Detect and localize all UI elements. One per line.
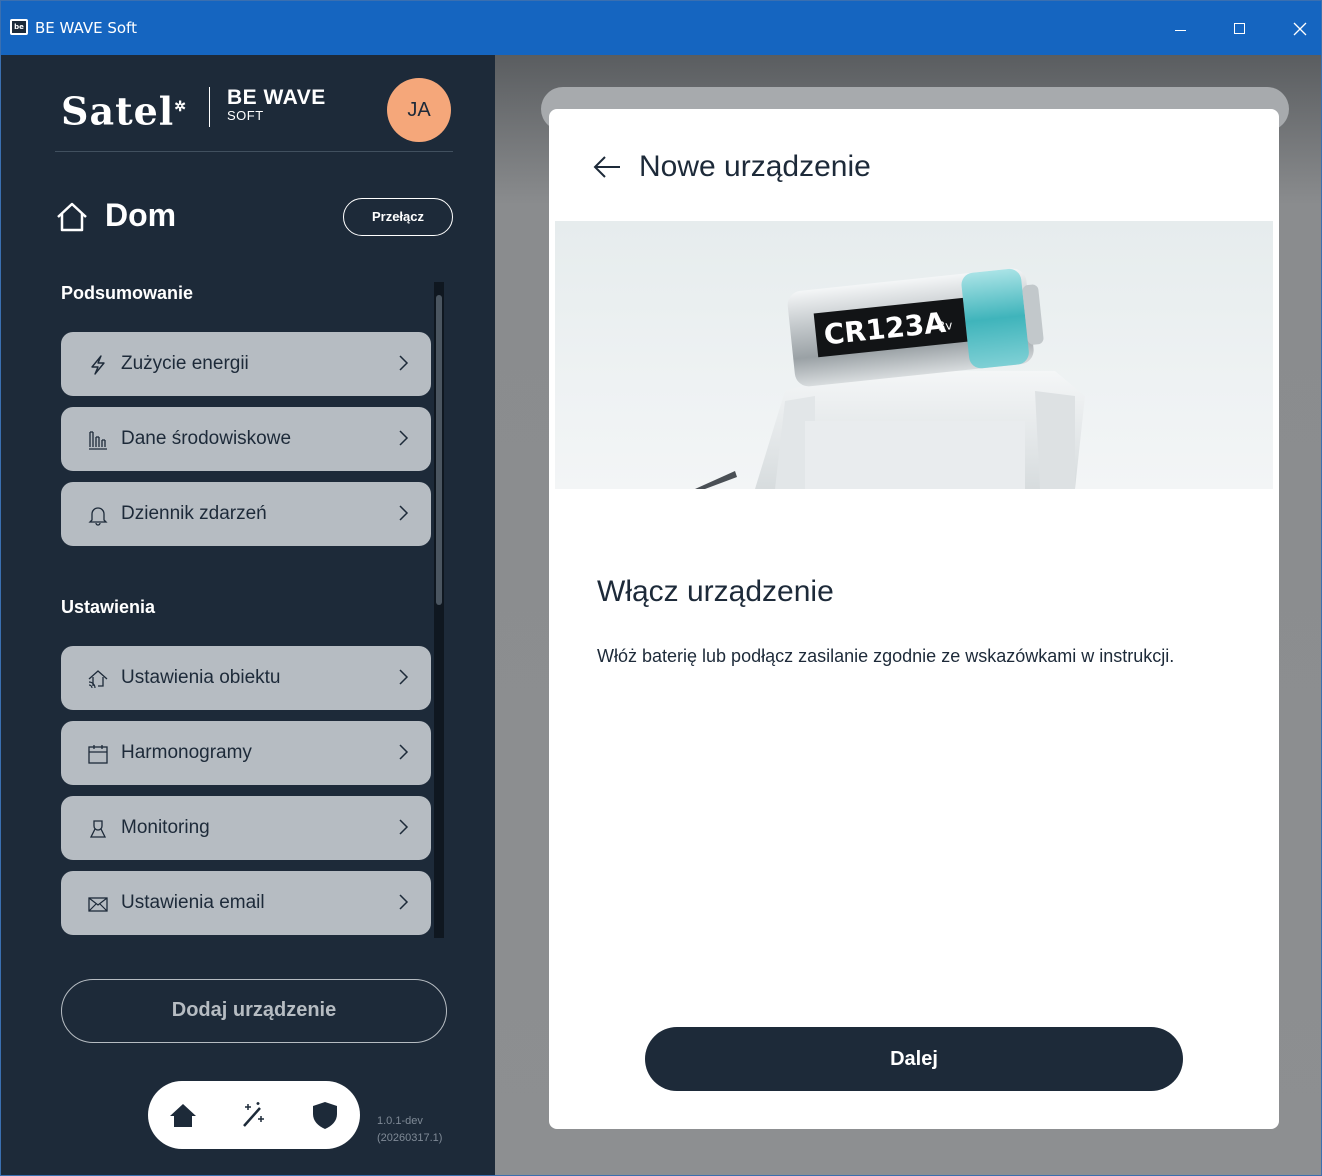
house-wifi-icon: [88, 670, 108, 689]
battery-illustration: CR123A 3v: [555, 221, 1273, 489]
menu-item-email-settings[interactable]: Ustawienia email: [61, 871, 431, 935]
add-device-button[interactable]: Dodaj urządzenie: [61, 979, 447, 1043]
app-icon-text: be: [12, 21, 26, 33]
user-avatar[interactable]: JA: [387, 78, 451, 142]
dialog-title: Nowe urządzenie: [639, 150, 871, 183]
shield-icon[interactable]: [308, 1098, 342, 1132]
envelope-icon: [88, 897, 108, 912]
sidebar: Satel✲ BE WAVE SOFT JA Dom Przełącz Pods…: [1, 55, 495, 1175]
back-arrow-icon[interactable]: [591, 153, 623, 181]
battery-voltage-label: 3v: [937, 318, 953, 333]
app-icon: be: [10, 19, 28, 35]
title-bar: be BE WAVE Soft: [1, 1, 1321, 55]
brand-line2: SOFT: [227, 108, 264, 123]
menu-item-label: Ustawienia email: [121, 892, 265, 913]
menu-item-object-settings[interactable]: Ustawienia obiektu: [61, 646, 431, 710]
menu-item-label: Zużycie energii: [121, 353, 249, 374]
menu-item-label: Dane środowiskowe: [121, 428, 292, 449]
new-device-dialog: Nowe urządzenie CR123A 3v Włącz urządzen…: [549, 109, 1279, 1129]
maximize-button[interactable]: [1217, 15, 1263, 43]
sidebar-scrollbar-thumb[interactable]: [436, 295, 442, 605]
menu-item-label: Dziennik zdarzeń: [121, 503, 267, 524]
satel-logo: Satel✲: [61, 88, 187, 134]
bottom-nav: [148, 1081, 360, 1149]
maximize-icon: [1234, 23, 1245, 34]
calendar-icon: [88, 745, 108, 764]
menu-item-schedules[interactable]: Harmonogramy: [61, 721, 431, 785]
minimize-icon: [1175, 30, 1186, 31]
switch-button[interactable]: Przełącz: [343, 198, 453, 236]
version-number: 1.0.1-dev: [377, 1115, 423, 1127]
magic-wand-icon[interactable]: [236, 1098, 270, 1132]
menu-item-label: Harmonogramy: [121, 742, 252, 763]
close-button[interactable]: [1277, 15, 1321, 43]
step-description: Włóż baterię lub podłącz zasilanie zgodn…: [597, 646, 1175, 666]
next-button[interactable]: Dalej: [645, 1027, 1183, 1091]
window-title: BE WAVE Soft: [35, 19, 137, 37]
menu-item-label: Ustawienia obiektu: [121, 667, 281, 688]
bewave-brand: BE WAVE SOFT: [227, 86, 326, 123]
home-icon[interactable]: [166, 1098, 200, 1132]
brand-line1: BE WAVE: [227, 86, 326, 109]
monitoring-person-icon: [89, 820, 107, 838]
menu-item-energy[interactable]: Zużycie energii: [61, 332, 431, 396]
chevron-right-icon: [399, 744, 409, 760]
settings-section-title: Ustawienia: [61, 597, 156, 617]
menu-item-label: Monitoring: [121, 817, 210, 838]
close-icon: [1293, 22, 1307, 36]
version-build: (20260317.1): [377, 1132, 443, 1144]
logo-divider: [209, 87, 210, 127]
bell-icon: [88, 507, 108, 526]
chevron-right-icon: [399, 894, 409, 910]
minimize-button[interactable]: [1157, 15, 1203, 43]
menu-item-event-log[interactable]: Dziennik zdarzeń: [61, 482, 431, 546]
chevron-right-icon: [399, 669, 409, 685]
step-title: Włącz urządzenie: [597, 575, 834, 608]
chevron-right-icon: [399, 819, 409, 835]
battery-illustration-svg: CR123A 3v: [695, 268, 1085, 489]
app-window: be BE WAVE Soft Satel✲ BE WAVE SOFT JA D…: [0, 0, 1322, 1176]
home-outline-icon: [57, 202, 87, 232]
summary-section-title: Podsumowanie: [61, 283, 194, 303]
menu-item-monitoring[interactable]: Monitoring: [61, 796, 431, 860]
menu-item-environment[interactable]: Dane środowiskowe: [61, 407, 431, 471]
chevron-right-icon: [399, 430, 409, 446]
lightning-icon: [91, 355, 105, 375]
version-info: 1.0.1-dev (20260317.1): [377, 1113, 442, 1147]
chevron-right-icon: [399, 505, 409, 521]
home-title: Dom: [105, 197, 177, 233]
environment-chart-icon: [89, 431, 107, 450]
chevron-right-icon: [399, 355, 409, 371]
header-divider: [55, 151, 453, 152]
